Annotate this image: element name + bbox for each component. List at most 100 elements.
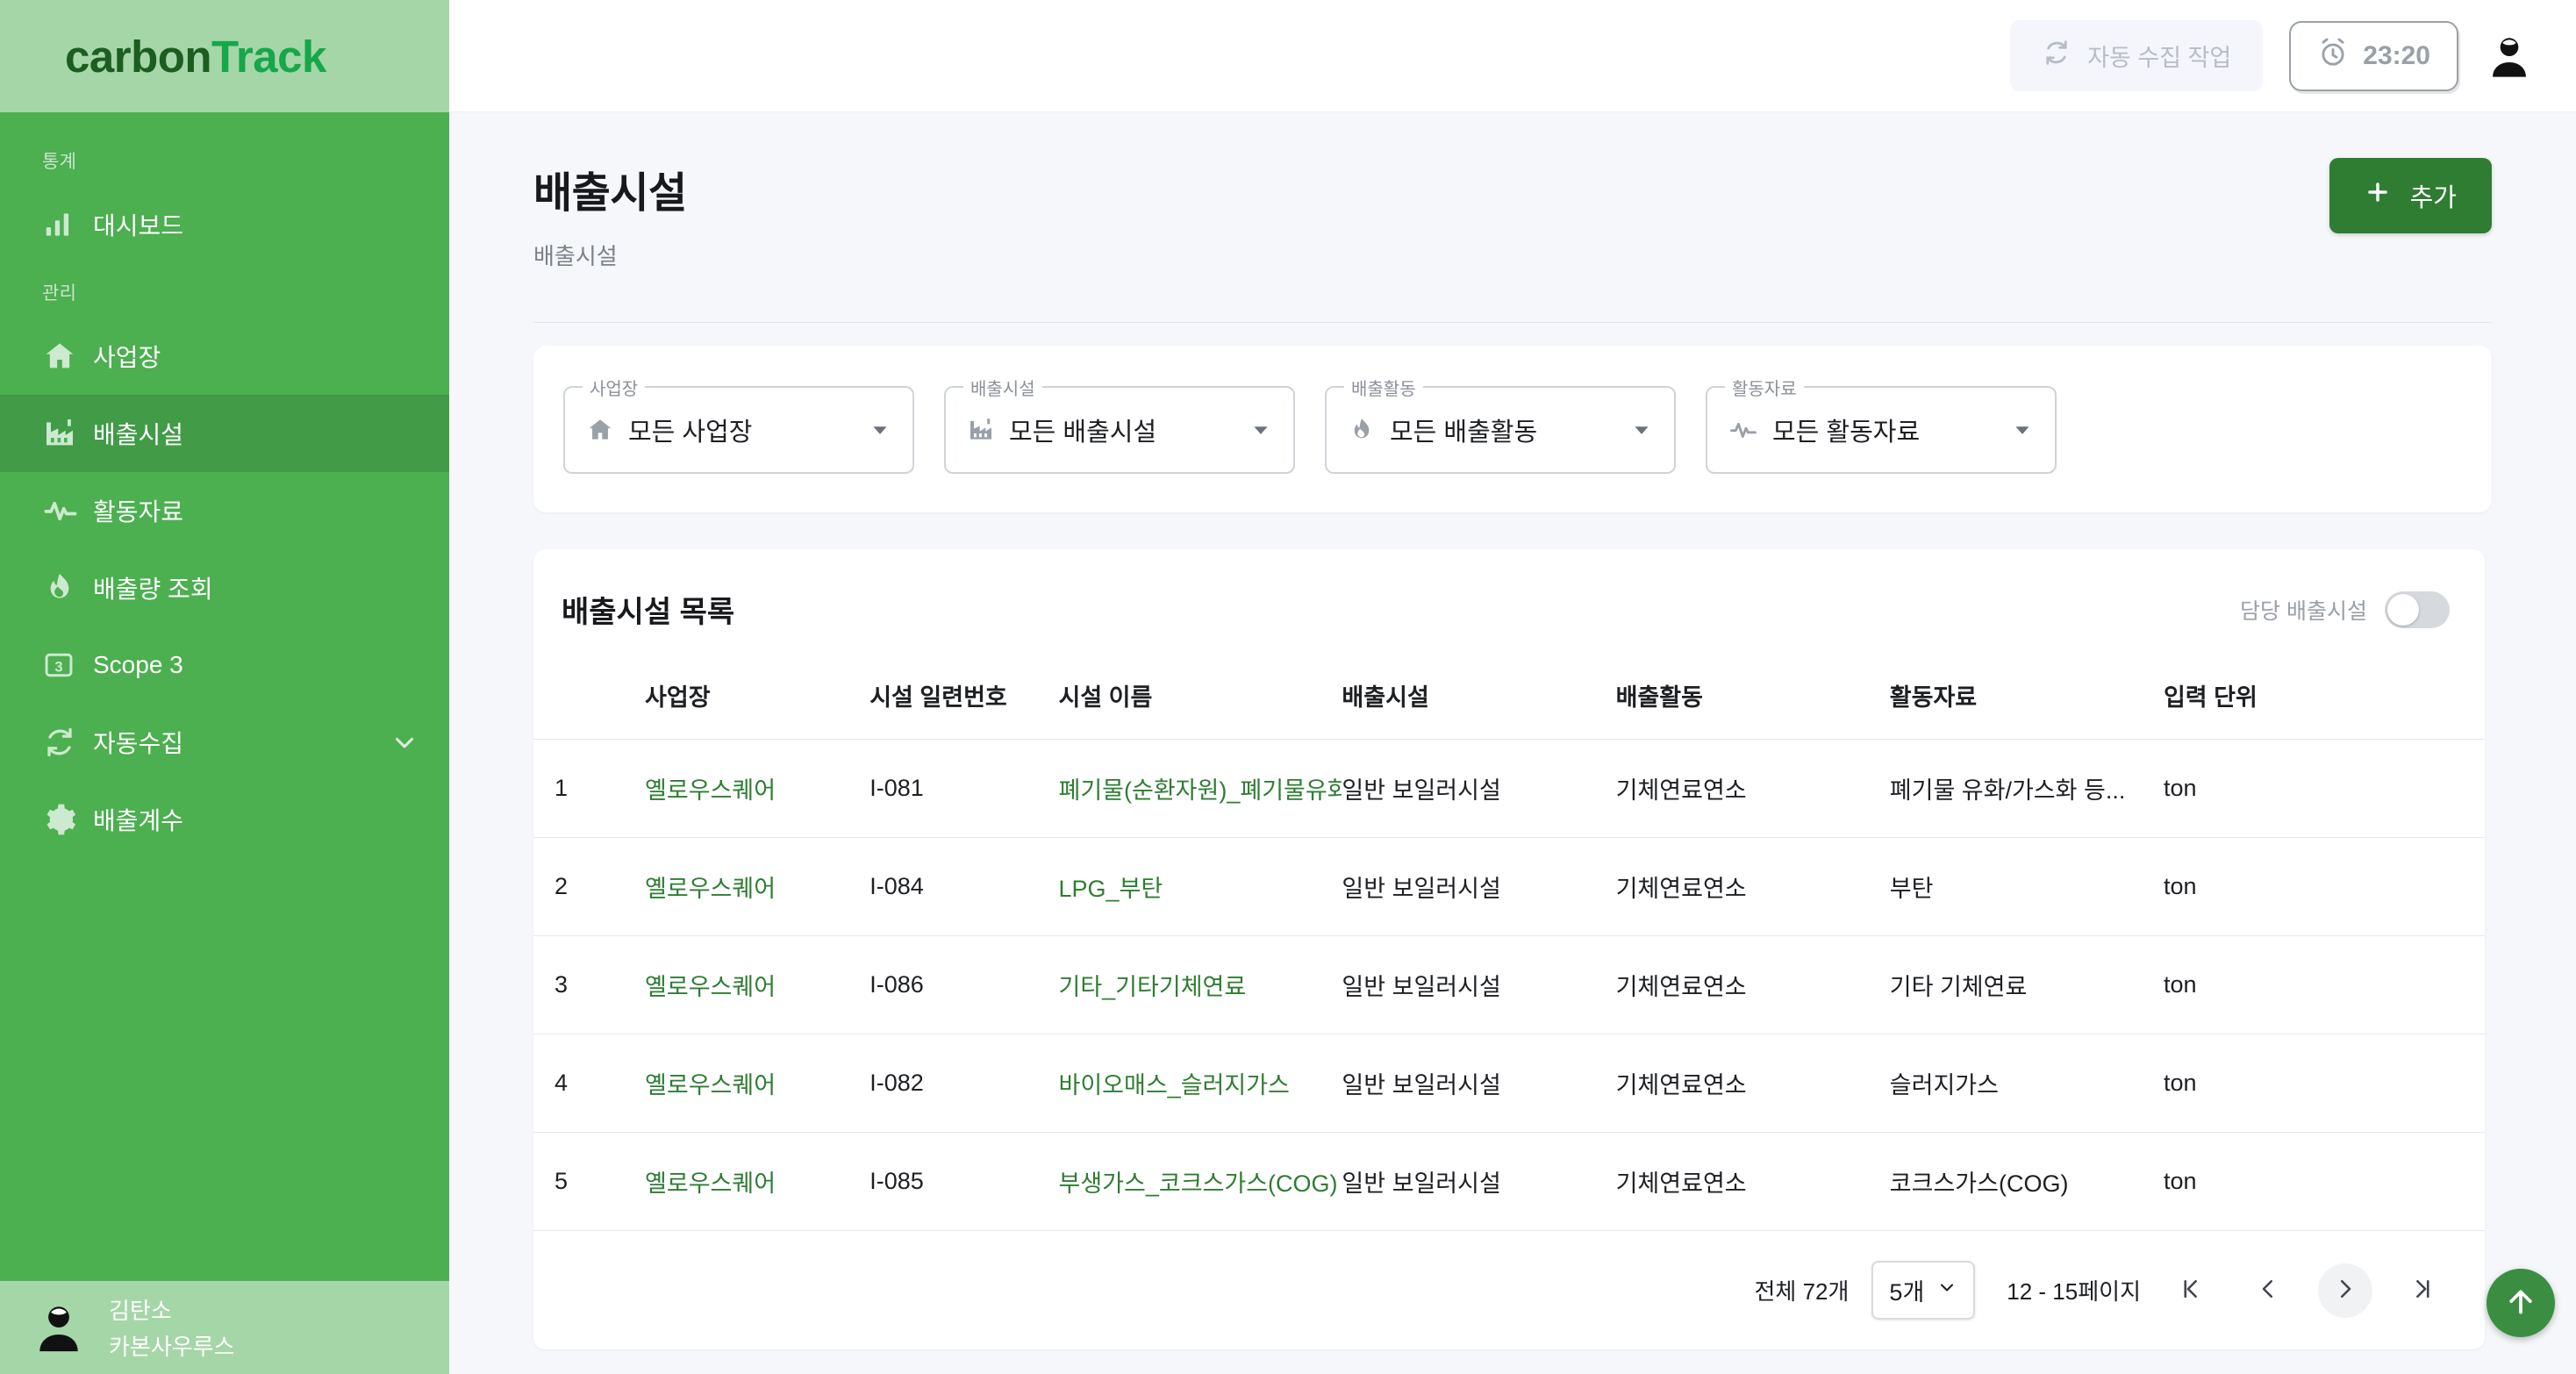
cell-unit: ton bbox=[2163, 1132, 2429, 1230]
sidebar-item-site[interactable]: 사업장 bbox=[0, 318, 449, 395]
cell-actions[interactable] bbox=[2428, 1132, 2485, 1230]
sidebar-item-emission-query[interactable]: 배출량 조회 bbox=[0, 549, 449, 626]
table-row[interactable]: 2 옐로우스퀘어 I-084 LPG_부탄 일반 보일러시설 기체연료연소 부탄… bbox=[533, 837, 2485, 936]
sidebar-item-dashboard[interactable]: 대시보드 bbox=[0, 186, 449, 263]
cell-site[interactable]: 옐로우스퀘어 bbox=[645, 935, 870, 1034]
cell-site[interactable]: 옐로우스퀘어 bbox=[645, 1132, 870, 1230]
page-header: 배출시설 배출시설 추가 bbox=[533, 158, 2492, 271]
table-row[interactable]: 3 옐로우스퀘어 I-086 기타_기타기체연료 일반 보일러시설 기체연료연소… bbox=[533, 935, 2485, 1034]
plus-icon bbox=[2365, 179, 2391, 212]
filter-activity-data[interactable]: 활동자료 모든 활동자료 bbox=[1706, 375, 2057, 474]
assigned-facility-toggle[interactable] bbox=[2385, 590, 2450, 628]
cell-index: 3 bbox=[533, 935, 646, 1034]
sidebar-item-scope3[interactable]: 3 Scope 3 bbox=[0, 626, 449, 704]
cell-name[interactable]: LPG_부탄 bbox=[1058, 837, 1342, 936]
cell-site[interactable]: 옐로우스퀘어 bbox=[645, 837, 870, 936]
cell-facility: 일반 보일러시설 bbox=[1342, 837, 1616, 936]
site-link[interactable]: 옐로우스퀘어 bbox=[645, 974, 776, 1000]
cell-site[interactable]: 옐로우스퀘어 bbox=[645, 1034, 870, 1133]
user-avatar-icon[interactable] bbox=[2485, 32, 2534, 81]
site-link[interactable]: 옐로우스퀘어 bbox=[645, 876, 776, 902]
sidebar-item-activity-data[interactable]: 활동자료 bbox=[0, 472, 449, 549]
chevron-down-icon[interactable] bbox=[1630, 419, 1653, 441]
cell-name[interactable]: 폐기물(순환자원)_폐기물유화/가 bbox=[1058, 739, 1342, 838]
first-page-button[interactable] bbox=[2164, 1263, 2218, 1318]
filter-site[interactable]: 사업장 모든 사업장 bbox=[563, 375, 914, 474]
page-size-select[interactable]: 5개 bbox=[1871, 1261, 1976, 1320]
brand-text-carbon: carbon bbox=[65, 31, 212, 82]
main-area: 자동 수집 작업 23:20 배출시설 배출시설 추가 사업장 모든 사업장 배… bbox=[449, 0, 2576, 1374]
site-link[interactable]: 옐로우스퀘어 bbox=[645, 1072, 776, 1098]
cell-site[interactable]: 옐로우스퀘어 bbox=[645, 739, 870, 838]
facility-name-link[interactable]: 부생가스_코크스가스(COG) bbox=[1058, 1170, 1337, 1197]
brand-text-track: Track bbox=[211, 31, 326, 82]
cell-serial: I-082 bbox=[869, 1034, 1059, 1133]
cell-unit: ton bbox=[2163, 935, 2429, 1034]
sidebar-nav: 통계 대시보드 관리 사업장 배출시설 활동자료 배출량 조회 3 Scope … bbox=[0, 112, 449, 1281]
facility-list-card: 배출시설 목록 담당 배출시설 사업장 시설 일련번호 시설 이름 배출시설 배… bbox=[533, 549, 2485, 1349]
cell-actions[interactable] bbox=[2428, 739, 2485, 838]
sidebar-item-emission-facility[interactable]: 배출시설 bbox=[0, 395, 449, 472]
chevron-right-icon bbox=[2332, 1276, 2358, 1305]
table-row[interactable]: 5 옐로우스퀘어 I-085 부생가스_코크스가스(COG) 일반 보일러시설 … bbox=[533, 1132, 2485, 1230]
cell-activity: 기체연료연소 bbox=[1615, 1132, 1890, 1230]
sidebar-item-auto-collect[interactable]: 자동수집 bbox=[0, 704, 449, 781]
cell-name[interactable]: 부생가스_코크스가스(COG) bbox=[1058, 1132, 1342, 1230]
filter-facility[interactable]: 배출시설 모든 배출시설 bbox=[944, 375, 1295, 474]
cell-actions[interactable] bbox=[2428, 1034, 2485, 1133]
site-link[interactable]: 옐로우스퀘어 bbox=[645, 1170, 776, 1197]
add-button[interactable]: 추가 bbox=[2329, 158, 2492, 233]
total-count: 전체 72개 bbox=[1754, 1278, 1850, 1305]
sidebar-item-label: 배출량 조회 bbox=[93, 576, 213, 603]
sidebar-item-emission-factor[interactable]: 배출계수 bbox=[0, 781, 449, 858]
cell-data: 코크스가스(COG) bbox=[1889, 1132, 2164, 1230]
cell-data: 폐기물 유화/가스화 등... bbox=[1889, 739, 2164, 838]
column-header-index bbox=[533, 662, 645, 740]
next-page-button[interactable] bbox=[2318, 1263, 2372, 1318]
page-range: 12 - 15페이지 bbox=[2007, 1278, 2141, 1305]
cell-facility: 일반 보일러시설 bbox=[1342, 739, 1616, 838]
auto-collect-job-label: 자동 수집 작업 bbox=[2087, 45, 2232, 71]
facility-name-link[interactable]: 바이오매스_슬러지가스 bbox=[1058, 1072, 1289, 1098]
facility-name-link[interactable]: 기타_기타기체연료 bbox=[1058, 974, 1246, 1000]
cell-unit: ton bbox=[2163, 837, 2429, 936]
cell-actions[interactable] bbox=[2428, 837, 2485, 936]
table-header-row: 사업장 시설 일련번호 시설 이름 배출시설 배출활동 활동자료 입력 단위 bbox=[533, 662, 2485, 740]
auto-collect-job-button[interactable]: 자동 수집 작업 bbox=[2010, 20, 2264, 91]
cell-actions[interactable] bbox=[2428, 935, 2485, 1034]
sidebar-user-profile[interactable]: 김탄소 카본사우루스 bbox=[0, 1281, 449, 1374]
scroll-to-top-button[interactable] bbox=[2487, 1269, 2555, 1337]
table-row[interactable]: 1 옐로우스퀘어 I-081 폐기물(순환자원)_폐기물유화/가 일반 보일러시… bbox=[533, 739, 2485, 838]
sync-icon bbox=[2042, 38, 2072, 74]
add-button-label: 추가 bbox=[2409, 184, 2457, 212]
table-head: 사업장 시설 일련번호 시설 이름 배출시설 배출활동 활동자료 입력 단위 bbox=[533, 662, 2485, 740]
chevron-down-icon[interactable] bbox=[2011, 419, 2034, 441]
cell-name[interactable]: 기타_기타기체연료 bbox=[1058, 935, 1342, 1034]
site-link[interactable]: 옐로우스퀘어 bbox=[645, 777, 776, 804]
filter-activity[interactable]: 배출활동 모든 배출활동 bbox=[1325, 375, 1676, 474]
last-page-button[interactable] bbox=[2395, 1263, 2450, 1318]
first-page-icon bbox=[2178, 1276, 2204, 1305]
filter-activity-legend: 배출활동 bbox=[1344, 375, 1423, 400]
cell-serial: I-086 bbox=[869, 935, 1059, 1034]
facility-name-link[interactable]: 폐기물(순환자원)_폐기물유화/가 bbox=[1058, 777, 1342, 804]
sidebar-item-label: 사업장 bbox=[93, 344, 161, 371]
chevron-down-icon[interactable] bbox=[390, 727, 419, 757]
brand-logo[interactable]: carbonTrack bbox=[0, 0, 449, 112]
sidebar-section-statistics: 통계 bbox=[42, 152, 77, 172]
table-body: 1 옐로우스퀘어 I-081 폐기물(순환자원)_폐기물유화/가 일반 보일러시… bbox=[533, 739, 2485, 1230]
assigned-facility-toggle-label: 담당 배출시설 bbox=[2240, 598, 2367, 624]
cell-unit: ton bbox=[2163, 1034, 2429, 1133]
cell-name[interactable]: 바이오매스_슬러지가스 bbox=[1058, 1034, 1342, 1133]
prev-page-button[interactable] bbox=[2241, 1263, 2295, 1318]
filter-facility-legend: 배출시설 bbox=[963, 375, 1042, 400]
assigned-facility-toggle-group[interactable]: 담당 배출시설 bbox=[2240, 590, 2450, 628]
facility-name-link[interactable]: LPG_부탄 bbox=[1058, 876, 1163, 902]
chevron-down-icon[interactable] bbox=[1249, 419, 1272, 441]
pagination-bar: 전체 72개 5개 12 - 15페이지 bbox=[533, 1230, 2485, 1349]
session-timer[interactable]: 23:20 bbox=[2289, 20, 2458, 91]
sidebar: carbonTrack 통계 대시보드 관리 사업장 배출시설 활동자료 배출량… bbox=[0, 0, 449, 1374]
table-row[interactable]: 4 옐로우스퀘어 I-082 바이오매스_슬러지가스 일반 보일러시설 기체연료… bbox=[533, 1034, 2485, 1133]
column-header-name: 시설 이름 bbox=[1058, 684, 1153, 711]
chevron-down-icon[interactable] bbox=[869, 419, 891, 441]
